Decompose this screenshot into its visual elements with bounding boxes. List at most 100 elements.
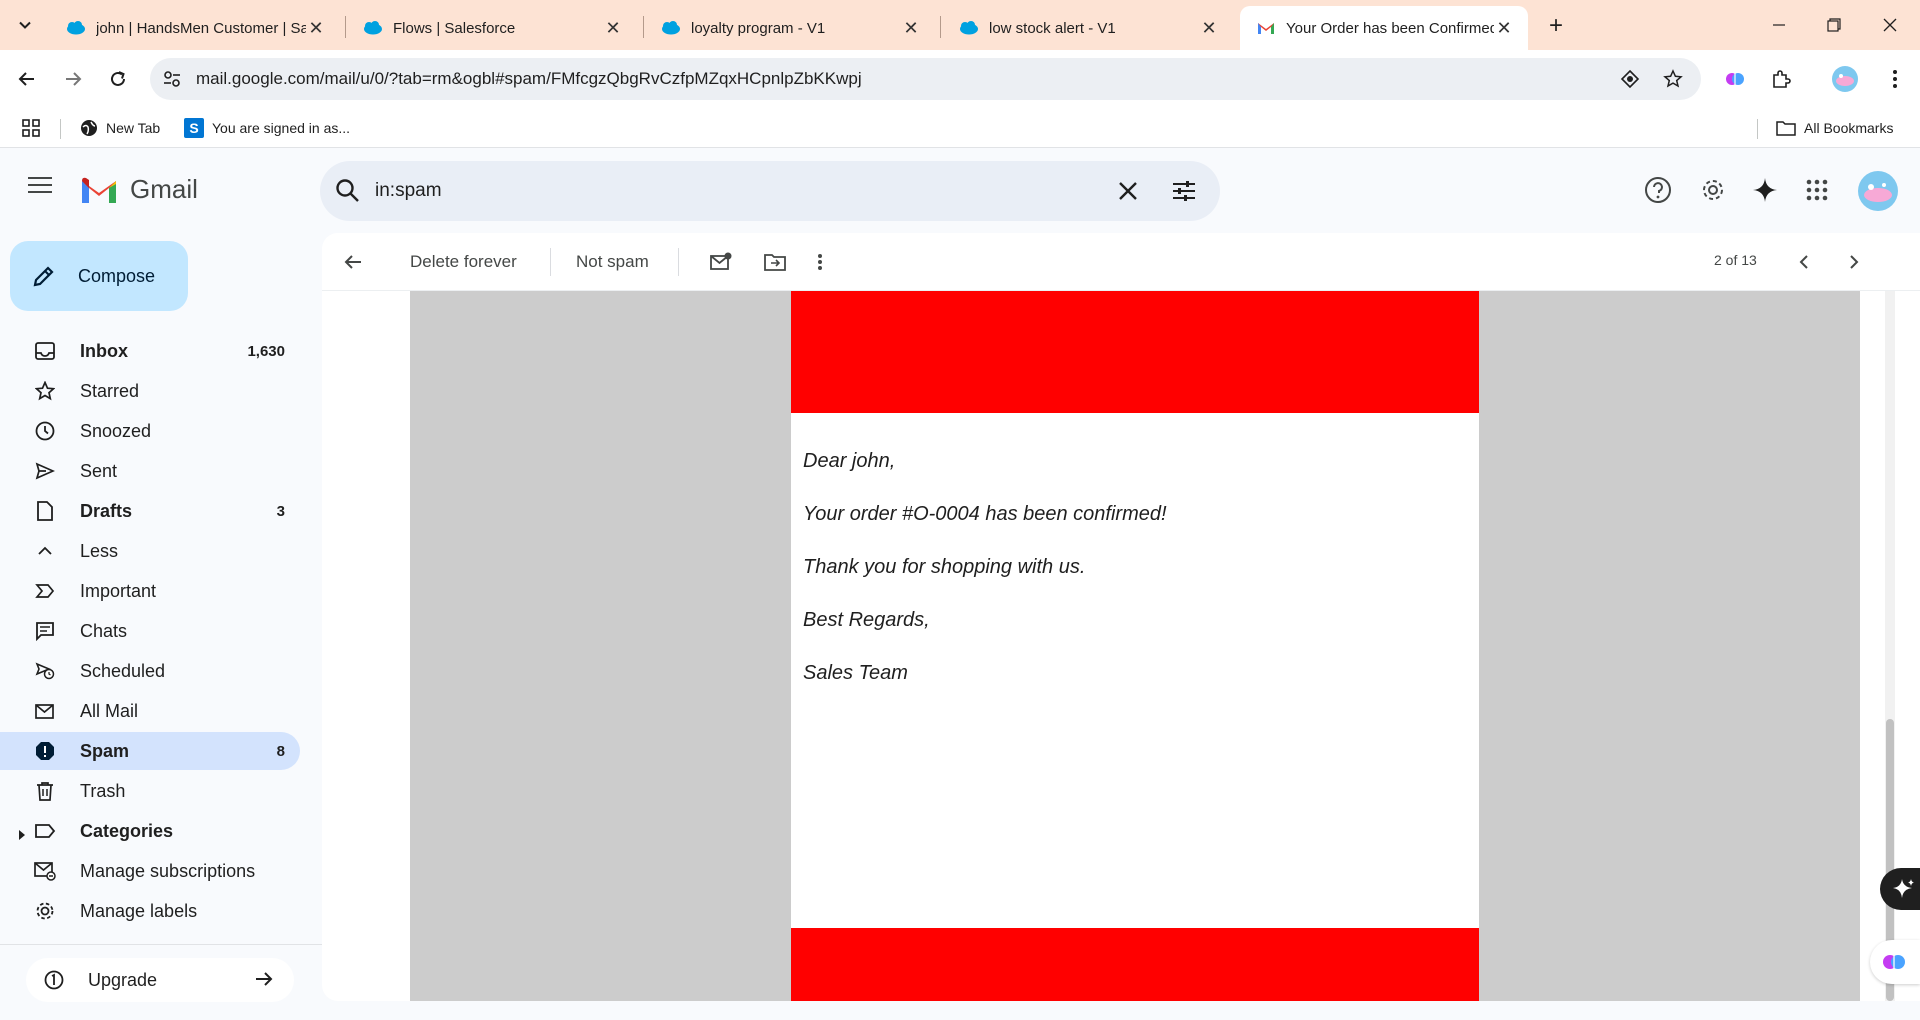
arrow-right-icon [66,72,82,86]
back-button[interactable] [12,64,42,94]
bookmark-star-icon[interactable] [1663,69,1683,94]
minimize-button[interactable] [1765,12,1793,38]
browser-tab-3[interactable]: loyalty program - V1 ✕ [645,6,935,50]
sidebar-item-label: Inbox [80,340,128,361]
back-to-list-button[interactable] [338,247,368,277]
gemini-sparkle-icon[interactable] [1749,174,1781,206]
sidebar-item-chats[interactable]: Chats [0,612,300,650]
sidebar-item-label: All Mail [80,700,139,721]
sidebar-item-starred[interactable]: Starred [0,372,300,410]
arrow-right-icon [254,969,274,994]
extensions-puzzle-icon[interactable] [1766,64,1796,94]
sidebar-item-scheduled[interactable]: Scheduled [0,652,300,690]
close-window-button[interactable] [1876,12,1904,38]
caret-right-icon[interactable] [18,825,26,846]
sidebar-item-label: Starred [80,380,140,401]
sidebar-item-label: Less [80,540,119,561]
google-lens-icon[interactable] [1620,69,1640,94]
minimize-icon [1773,24,1785,26]
more-actions-button[interactable] [810,247,830,277]
sidebar-item-label: Trash [80,780,126,801]
brain-extension-floating-button[interactable] [1870,940,1920,984]
url-text: mail.google.com/mail/u/0/?tab=rm&ogbl#sp… [196,69,862,88]
all-bookmarks-label: All Bookmarks [1804,120,1894,136]
sidebar-item-drafts[interactable]: Drafts 3 [0,492,300,530]
browser-menu-icon[interactable] [1880,64,1910,94]
sidebar-item-label: Manage subscriptions [80,860,256,881]
address-bar[interactable]: mail.google.com/mail/u/0/?tab=rm&ogbl#sp… [150,58,1701,100]
sidebar-item-all-mail[interactable]: All Mail [0,692,300,730]
spam-count: 8 [276,742,285,760]
action-divider [678,248,679,276]
search-options-icon[interactable] [1170,177,1198,210]
profile-avatar[interactable] [1830,64,1860,94]
email-thanks: Thank you for shopping with us. [803,556,1086,578]
sidebar-item-manage-labels[interactable]: Manage labels [0,892,300,930]
upgrade-button[interactable]: Upgrade [26,958,294,1002]
close-tab-icon[interactable]: ✕ [603,18,623,38]
salesforce-icon [363,18,383,38]
bookmark-new-tab[interactable]: New Tab [80,116,160,140]
newer-message-button[interactable] [1792,247,1816,277]
sidebar-item-manage-subscriptions[interactable]: Manage subscriptions [0,852,300,890]
sidebar-item-label: Spam [80,740,130,761]
reload-icon [111,71,125,86]
scheduled-icon [34,661,56,681]
search-icon[interactable] [334,177,362,210]
gmail-m-icon [82,177,116,203]
close-tab-icon[interactable]: ✕ [1494,18,1514,38]
not-spam-button[interactable]: Not spam [576,247,649,277]
forward-button[interactable] [58,64,88,94]
mark-unread-button[interactable] [706,247,736,277]
sidebar-item-inbox[interactable]: Inbox 1,630 [0,332,300,370]
browser-tab-1[interactable]: john | HandsMen Customer | Sa ✕ [50,6,340,50]
sidebar-item-snoozed[interactable]: Snoozed [0,412,300,450]
browser-tab-5-active[interactable]: Your Order has been Confirmed ✕ [1240,6,1528,50]
restore-button[interactable] [1820,12,1848,38]
delete-forever-button[interactable]: Delete forever [410,247,517,277]
email-greeting: Dear john, [803,450,896,472]
close-tab-icon[interactable]: ✕ [901,18,921,38]
star-icon [34,381,56,401]
main-menu-icon[interactable] [28,176,52,199]
browser-tab-2[interactable]: Flows | Salesforce ✕ [347,6,637,50]
bookmark-signed-in[interactable]: S You are signed in as... [184,116,350,140]
compose-button[interactable]: Compose [10,241,188,311]
email-message-card: Dear john, Your order #O-0004 has been c… [791,413,1479,928]
sidebar-item-trash[interactable]: Trash [0,772,300,810]
tab-search-button[interactable] [9,10,41,40]
important-icon [34,581,56,601]
reload-button[interactable] [103,64,133,94]
close-tab-icon[interactable]: ✕ [306,18,326,38]
sidebar-item-important[interactable]: Important [0,572,300,610]
sidebar-item-less[interactable]: Less [0,532,300,570]
apps-grid-icon[interactable] [22,116,40,140]
move-to-button[interactable] [760,247,790,277]
tab-title: loyalty program - V1 [691,19,826,37]
close-tab-icon[interactable]: ✕ [1199,18,1219,38]
settings-gear-icon[interactable] [1697,174,1729,206]
gemini-floating-button[interactable] [1880,868,1920,910]
email-footer-banner [791,928,1479,1001]
salesforce-icon [66,18,86,38]
help-icon[interactable] [1642,174,1674,206]
site-info-icon[interactable] [162,69,182,94]
upgrade-label: Upgrade [88,969,158,990]
sidebar-item-spam[interactable]: Spam 8 [0,732,300,770]
gmail-logo[interactable]: Gmail [80,174,198,205]
mail-search-bar[interactable]: in:spam [320,161,1220,221]
salesforce-icon [959,18,979,38]
all-bookmarks-button[interactable]: All Bookmarks [1776,116,1893,140]
older-message-button[interactable] [1842,247,1866,277]
account-avatar[interactable] [1856,169,1900,213]
bookmark-divider [1757,119,1758,139]
browser-tab-4[interactable]: low stock alert - V1 ✕ [943,6,1233,50]
sidebar-item-sent[interactable]: Sent [0,452,300,490]
sidebar-item-categories[interactable]: Categories [0,812,300,850]
brain-extension-icon[interactable] [1720,64,1750,94]
new-tab-button[interactable]: + [1542,12,1570,40]
google-apps-icon[interactable] [1801,174,1833,206]
tab-divider [643,16,644,38]
clear-search-icon[interactable] [1114,177,1142,210]
email-signoff: Best Regards, [803,609,930,631]
